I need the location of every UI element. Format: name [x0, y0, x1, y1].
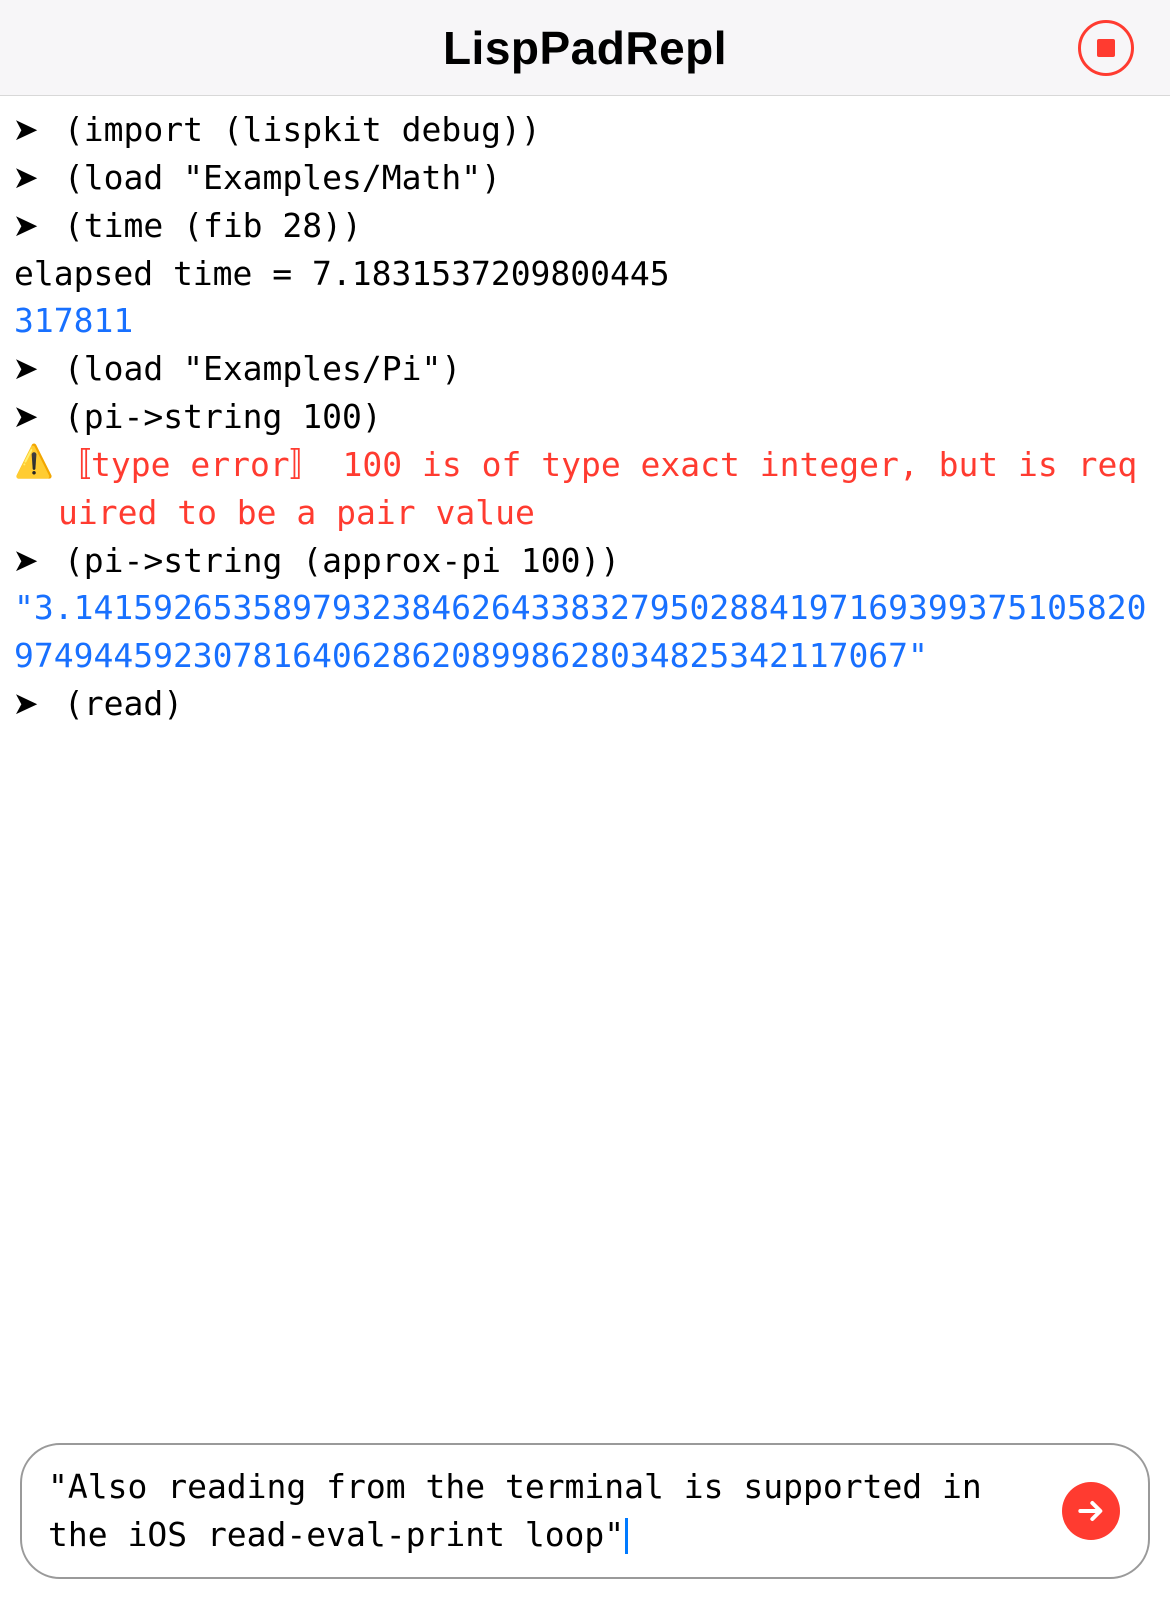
warning-icon: ⚠️: [14, 441, 58, 483]
page-title: LispPadRepl: [443, 21, 727, 75]
error-text: 〚type error〛 100 is of type exact intege…: [58, 441, 1156, 537]
prompt-text: (load "Examples/Pi"): [44, 345, 1156, 393]
repl-prompt-line: ➤ (pi->string 100): [14, 393, 1156, 441]
prompt-arrow-icon: ➤: [14, 110, 44, 151]
repl-result-line: 317811: [14, 297, 1156, 345]
repl-prompt-line: ➤ (load "Examples/Pi"): [14, 345, 1156, 393]
stop-icon: [1097, 39, 1115, 57]
prompt-arrow-icon: ➤: [14, 541, 44, 582]
stop-button[interactable]: [1078, 20, 1134, 76]
repl-input[interactable]: "Also reading from the terminal is suppo…: [48, 1463, 1046, 1559]
prompt-text: (import (lispkit debug)): [44, 106, 1156, 154]
repl-result-line: "3.1415926535897932384626433832795028841…: [14, 584, 1156, 680]
prompt-text: (read): [44, 680, 1156, 728]
prompt-text: (load "Examples/Math"): [44, 154, 1156, 202]
repl-error-line: ⚠️〚type error〛 100 is of type exact inte…: [14, 441, 1156, 537]
input-bar: "Also reading from the terminal is suppo…: [20, 1443, 1150, 1579]
send-button[interactable]: [1062, 1482, 1120, 1540]
header-bar: LispPadRepl: [0, 0, 1170, 96]
repl-prompt-line: ➤ (read): [14, 680, 1156, 728]
prompt-arrow-icon: ➤: [14, 206, 44, 247]
repl-prompt-line: ➤ (pi->string (approx-pi 100)): [14, 537, 1156, 585]
prompt-arrow-icon: ➤: [14, 158, 44, 199]
repl-stdout-line: elapsed time = 7.1831537209800445: [14, 250, 1156, 298]
prompt-arrow-icon: ➤: [14, 349, 44, 390]
prompt-arrow-icon: ➤: [14, 684, 44, 725]
prompt-text: (time (fib 28)): [44, 202, 1156, 250]
prompt-text: (pi->string (approx-pi 100)): [44, 537, 1156, 585]
repl-prompt-line: ➤ (load "Examples/Math"): [14, 154, 1156, 202]
repl-output[interactable]: ➤ (import (lispkit debug))➤ (load "Examp…: [0, 96, 1170, 728]
repl-prompt-line: ➤ (time (fib 28)): [14, 202, 1156, 250]
text-cursor: [625, 1518, 628, 1554]
repl-input-text: "Also reading from the terminal is suppo…: [48, 1467, 1002, 1554]
arrow-right-icon: [1075, 1495, 1107, 1527]
prompt-arrow-icon: ➤: [14, 397, 44, 438]
prompt-text: (pi->string 100): [44, 393, 1156, 441]
repl-prompt-line: ➤ (import (lispkit debug)): [14, 106, 1156, 154]
